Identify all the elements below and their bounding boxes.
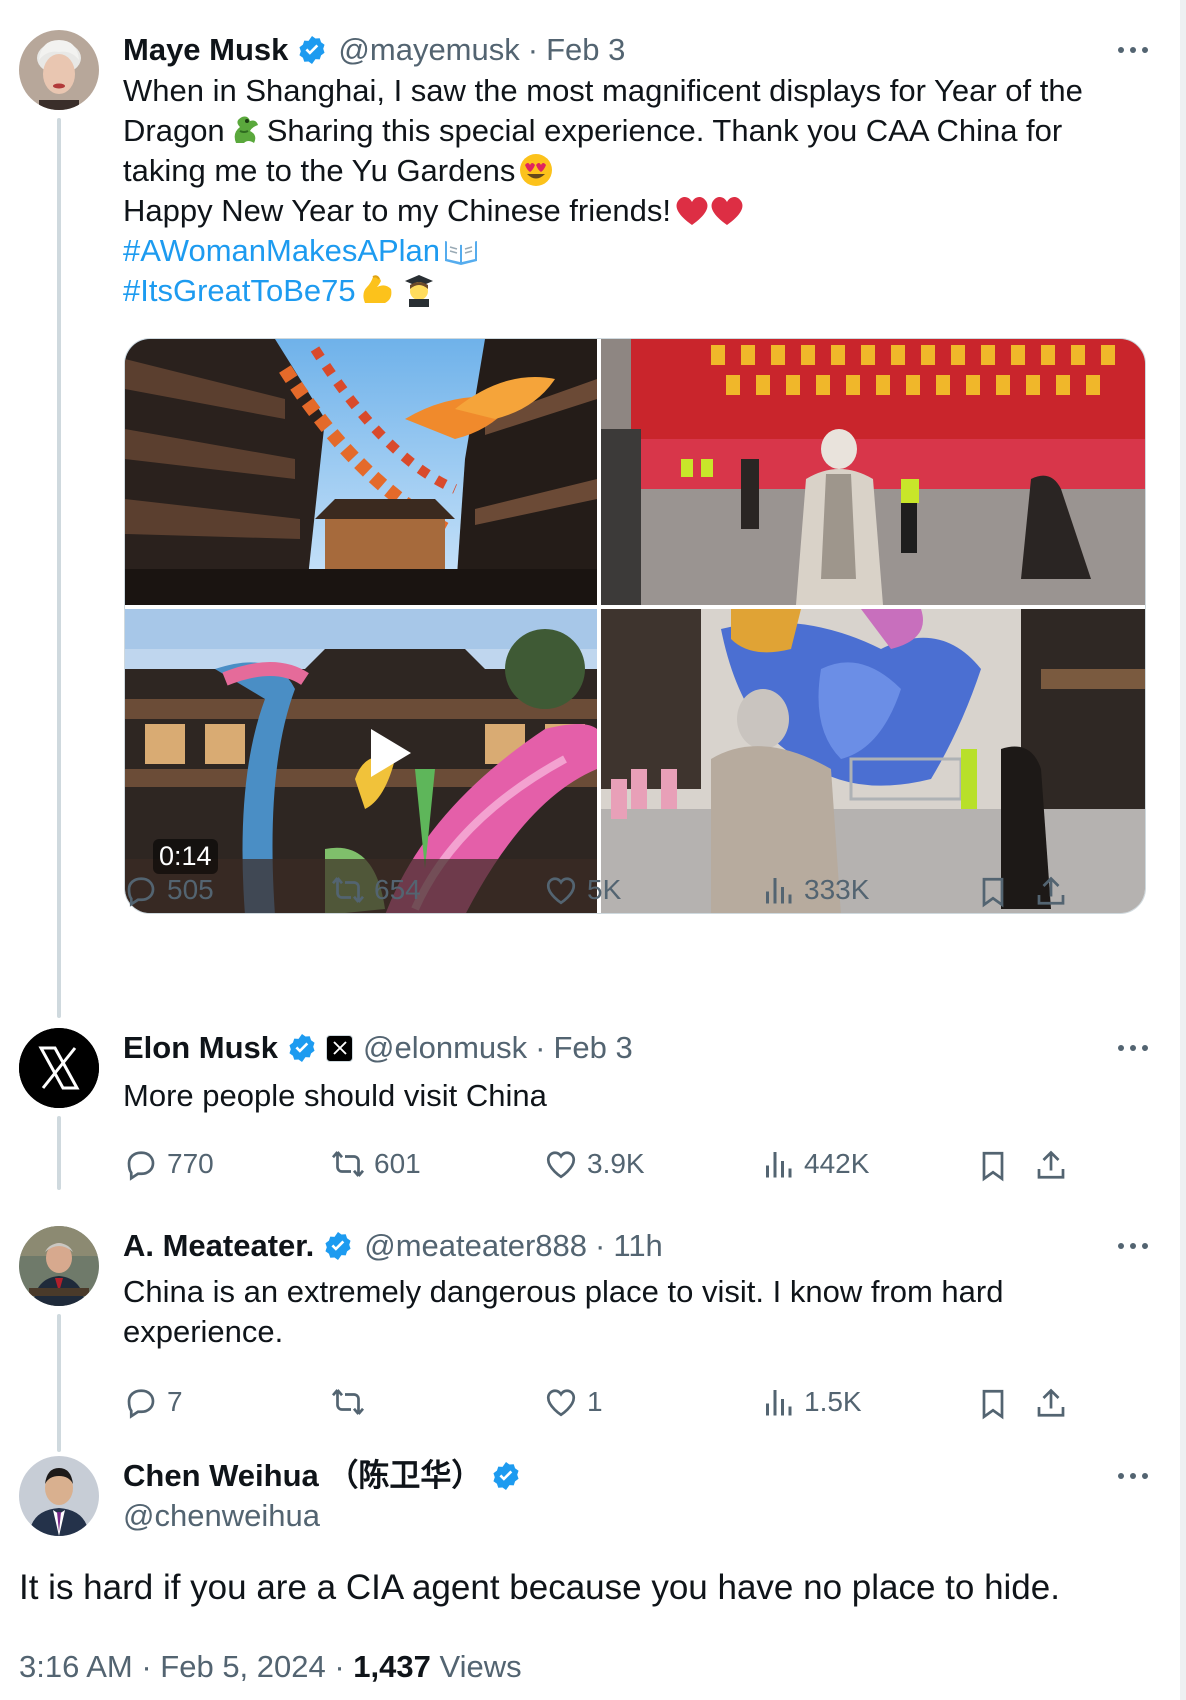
share-icon[interactable] [1033,874,1069,910]
verified-badge-icon [296,34,328,66]
flexed-biceps-emoji-icon [359,273,395,307]
tweet-maye-musk[interactable]: Maye Musk @mayemusk · Feb 3 When in Shan… [0,0,1180,1018]
tweet-elon-musk[interactable]: Elon Musk @elonmusk · Feb 3 More people … [0,960,1180,1190]
like-button[interactable]: 1 [543,1384,603,1420]
hashtag-link[interactable]: #AWomanMakesAPlan [123,233,440,268]
video-dragon-lanterns[interactable]: 0:14 [125,609,597,913]
text-line: taking me to the Yu Gardens [123,151,1123,191]
thread-line [57,118,61,1018]
view-count: 1,437 [353,1649,431,1684]
reply-button[interactable]: 505 [123,872,214,908]
analytics-icon [766,878,792,904]
more-options-icon[interactable] [1113,1036,1153,1060]
red-heart-emoji-icon [709,193,745,227]
action-bar: 7 1 1.5K [123,1384,1153,1424]
avatar[interactable] [19,1028,99,1108]
student-emoji-icon [401,273,437,307]
avatar[interactable] [19,30,99,110]
reply-icon [127,1389,155,1419]
analytics-icon [766,1390,792,1416]
photo-lantern-wall[interactable] [601,339,1145,605]
tweet-time[interactable]: Feb 3 [554,1028,633,1068]
author-handle[interactable]: @elonmusk [363,1028,527,1068]
avatar[interactable] [19,1456,99,1536]
share-icon[interactable] [1033,1386,1069,1422]
text-line: When in Shanghai, I saw the most magnifi… [123,73,1083,108]
separator-dot: · [527,32,539,67]
text-line: experience. [123,1314,284,1349]
bookmark-icon[interactable] [975,1386,1011,1422]
text-segment: Happy New Year to my Chinese friends! [123,193,671,228]
more-options-icon[interactable] [1113,1234,1153,1258]
text-segment: taking me to the Yu Gardens [123,153,516,188]
tweet-text: It is hard if you are a CIA agent becaus… [19,1568,1060,1607]
open-book-emoji-icon [443,233,479,267]
text-line: #AWomanMakesAPlan [123,231,1123,271]
text-segment: Sharing this special experience. Thank y… [266,113,1063,148]
views-count: 1.5K [804,1386,862,1417]
separator-dot: · [535,1030,546,1065]
reply-count: 505 [167,874,214,905]
verified-badge-icon [490,1460,522,1492]
tweet-text: More people should visit China [123,1076,1123,1116]
x-logo-icon [326,1034,354,1062]
author-handle[interactable]: @meateater888 [364,1226,587,1266]
tweet-meateater[interactable]: A. Meateater. @meateater888 · 11h China … [0,1160,1180,1452]
tweet-chen-weihua[interactable]: Chen Weihua （陈卫华） @chenweihua It is hard… [0,1420,1180,1700]
heart-icon [546,877,576,905]
avatar[interactable] [19,1226,99,1306]
hashtag-link[interactable]: #ItsGreatToBe75 [123,273,356,308]
tweet-meta: 3:16 AM · Feb 5, 2024 · 1,437 Views [19,1647,522,1687]
author-handle[interactable]: @mayemusk [338,30,519,70]
reply-count: 7 [167,1386,183,1417]
repost-icon [331,877,365,903]
repost-button[interactable]: 654 [330,872,421,908]
views-button[interactable]: 333K [760,872,869,908]
tweet-text: When in Shanghai, I saw the most magnifi… [123,71,1123,311]
text-line: More people should visit China [123,1078,547,1113]
tweet-text: China is an extremely dangerous place to… [123,1272,1123,1352]
text-line: Happy New Year to my Chinese friends! [123,191,1123,231]
views-count: 333K [804,874,870,905]
page-edge [1180,0,1186,1700]
reply-button[interactable]: 7 [123,1384,183,1420]
text-line: Dragon Sharing this special experience. T… [123,111,1123,151]
separator-dot: · [595,1228,606,1263]
heart-icon [546,1389,576,1417]
text-segment: Dragon [123,113,225,148]
video-duration: 0:14 [153,839,218,874]
author-handle[interactable]: @chenweihua [123,1496,320,1536]
media-grid[interactable]: 0:14 [124,338,1146,914]
like-button[interactable]: 5K [543,872,621,908]
views-label: Views [430,1649,522,1684]
verified-badge-icon [286,1032,318,1064]
action-bar: 505 654 5K 333K [123,872,1153,912]
play-icon[interactable] [355,721,419,785]
repost-icon [331,1389,365,1415]
more-options-icon[interactable] [1113,1464,1153,1488]
bookmark-icon[interactable] [975,874,1011,910]
repost-count: 654 [374,874,421,905]
author-name[interactable]: Elon Musk [123,1028,278,1068]
red-heart-emoji-icon [674,193,710,227]
views-button[interactable]: 1.5K [760,1384,862,1420]
text-line: #ItsGreatToBe75 [123,271,1123,311]
dragon-emoji-icon [228,113,264,147]
author-name[interactable]: Maye Musk [123,30,288,70]
repost-button[interactable] [330,1384,374,1420]
like-count: 1 [587,1386,603,1417]
verified-badge-icon [322,1230,354,1262]
like-count: 5K [587,874,622,905]
photo-blue-dragon[interactable] [601,609,1145,913]
photo-lantern-fish[interactable] [125,339,597,605]
reply-icon [127,877,155,907]
author-name[interactable]: Chen Weihua （陈卫华） [123,1456,482,1496]
tweet-timestamp[interactable]: 3:16 AM · Feb 5, 2024 · [19,1649,353,1684]
tweet-time[interactable]: 11h [613,1226,662,1266]
tweet-time[interactable]: Feb 3 [546,30,625,70]
more-options-icon[interactable] [1113,38,1153,62]
author-name[interactable]: A. Meateater. [123,1226,314,1266]
text-line: China is an extremely dangerous place to… [123,1274,1004,1309]
heart-eyes-emoji-icon [518,153,554,187]
